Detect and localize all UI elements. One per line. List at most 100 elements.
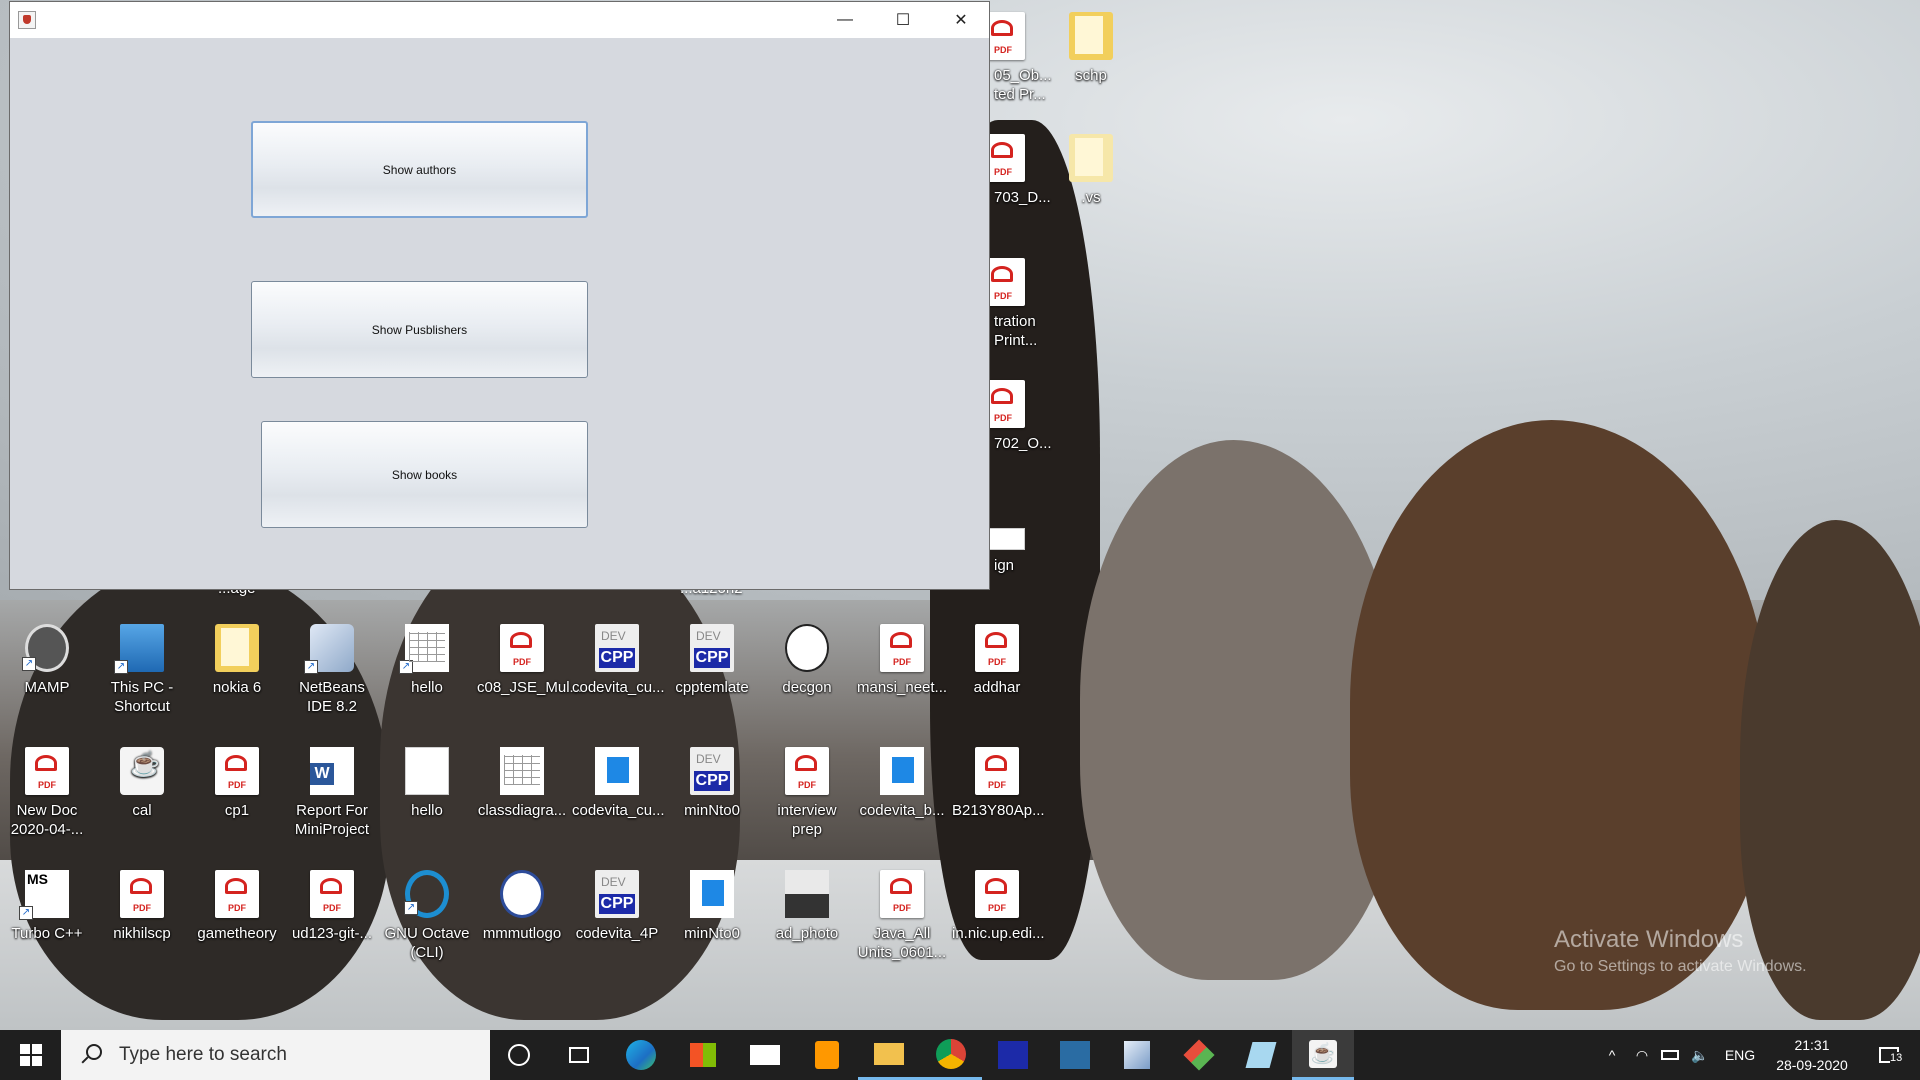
language-indicator: ENG xyxy=(1724,1047,1756,1063)
desktop-icon-ud123[interactable]: ud123-git-... xyxy=(287,870,377,943)
pdf-icon xyxy=(120,870,164,918)
desktop-icon-codevita-4p[interactable]: codevita_4P xyxy=(572,870,662,943)
desktop-icon-label: gametheory xyxy=(197,925,277,942)
desktop-icon-vs[interactable]: .vs xyxy=(1046,134,1136,207)
desktop-icon-codevita-cu-2[interactable]: codevita_cu... xyxy=(572,747,665,820)
tray-volume[interactable]: 🔈 xyxy=(1686,1030,1714,1080)
turbo-cpp-icon: ↗ xyxy=(19,870,69,920)
java-icon: ☕ xyxy=(1309,1039,1337,1068)
desktop-icon-gametheory[interactable]: gametheory xyxy=(192,870,282,943)
desktop-icon-report[interactable]: Report For MiniProject xyxy=(287,747,377,839)
minimize-button[interactable]: — xyxy=(816,2,874,38)
desktop-icon-label: decgon xyxy=(782,679,832,696)
desktop-icon-in-nic[interactable]: in.nic.up.edi... xyxy=(952,870,1045,943)
desktop-icon-mansi-neet[interactable]: mansi_neet... xyxy=(857,624,947,697)
java-app-icon[interactable] xyxy=(18,11,36,29)
taskbar-chrome[interactable] xyxy=(920,1030,982,1080)
desktop-icon-label: hello xyxy=(411,802,443,819)
desktop-icon-new-doc[interactable]: New Doc 2020-04-... xyxy=(2,747,92,839)
taskbar-mail[interactable] xyxy=(734,1030,796,1080)
tray-language[interactable]: ENG xyxy=(1718,1030,1762,1080)
devcpp-icon xyxy=(998,1041,1028,1069)
desktop-icon-minnto0-exe[interactable]: minNto0 xyxy=(667,870,757,943)
clock-date: 28-09-2020 xyxy=(1776,1057,1848,1073)
shortcut-arrow-icon: ↗ xyxy=(304,660,318,674)
sublime-icon xyxy=(815,1041,839,1069)
desktop-icon-mmmutlogo[interactable]: mmmutlogo xyxy=(477,870,567,943)
desktop-icon-cpptemlate[interactable]: cpptemlate xyxy=(667,624,757,697)
windows-logo-icon xyxy=(19,1044,42,1066)
desktop-icon-c08[interactable]: c08_JSE_Mul... xyxy=(477,624,582,697)
pdf-icon xyxy=(880,870,924,918)
desktop-icon-schp[interactable]: schp xyxy=(1046,12,1136,85)
app-window-icon: ↗ xyxy=(399,624,449,674)
desktop-icon-decgon[interactable]: decgon xyxy=(762,624,852,697)
desktop-icon-ad-photo[interactable]: ad_photo xyxy=(762,870,852,943)
notification-count-badge: 13 xyxy=(1890,1052,1903,1064)
desktop-icon-codevita-b[interactable]: codevita_b... xyxy=(857,747,947,820)
tray-wifi[interactable]: ◠ xyxy=(1628,1030,1656,1080)
window-titlebar[interactable]: — ☐ ✕ xyxy=(10,2,989,38)
desktop-icon-addhar[interactable]: addhar xyxy=(952,624,1042,697)
tray-overflow-button[interactable]: ^ xyxy=(1598,1030,1626,1080)
cpp-file-icon xyxy=(595,870,639,918)
clock-time: 21:31 xyxy=(1794,1037,1830,1053)
desktop-icon-label: NetBeans IDE 8.2 xyxy=(299,679,365,715)
cpp-file-icon xyxy=(690,747,734,795)
desktop-icon-codevita-cu-1[interactable]: codevita_cu... xyxy=(572,624,665,697)
taskbar-file-explorer[interactable] xyxy=(858,1030,920,1080)
maximize-button[interactable]: ☐ xyxy=(874,2,932,38)
desktop-icon-cp1[interactable]: cp1 xyxy=(192,747,282,820)
desktop-icon-cal[interactable]: cal xyxy=(97,747,187,820)
desktop-icon-gnu-octave[interactable]: ↗ GNU Octave (CLI) xyxy=(382,870,472,962)
desktop-icon-classdiagram[interactable]: classdiagra... xyxy=(477,747,567,820)
taskbar-store[interactable] xyxy=(672,1030,734,1080)
desktop-icon-interview-prep[interactable]: interview prep xyxy=(762,747,852,839)
folder-icon xyxy=(215,624,259,672)
taskbar-app-blue[interactable] xyxy=(1230,1030,1292,1080)
desktop-icon-b213[interactable]: B213Y80Ap... xyxy=(952,747,1045,820)
windows-taskbar: Type here to search ☕ ^ ◠ 🔈 ENG 21:31 28… xyxy=(0,1030,1920,1080)
action-center-button[interactable]: 13 xyxy=(1864,1030,1914,1080)
desktop-icon-turbo-cpp[interactable]: ↗ Turbo C++ xyxy=(2,870,92,943)
start-button[interactable] xyxy=(0,1030,61,1080)
computer-icon: ↗ xyxy=(114,624,164,674)
taskbar-sublime[interactable] xyxy=(796,1030,858,1080)
taskbar-edge[interactable] xyxy=(610,1030,672,1080)
taskbar-virtualbox[interactable] xyxy=(1106,1030,1168,1080)
image-icon xyxy=(500,747,544,795)
wifi-icon: ◠ xyxy=(1635,1046,1649,1063)
show-publishers-button[interactable]: Show Pusblishers xyxy=(251,281,588,378)
task-view-button[interactable] xyxy=(548,1030,610,1080)
taskbar-mysql-workbench[interactable] xyxy=(1044,1030,1106,1080)
taskbar-git[interactable] xyxy=(1168,1030,1230,1080)
close-button[interactable]: ✕ xyxy=(932,2,990,38)
desktop-icon-minnto0-cpp[interactable]: minNto0 xyxy=(667,747,757,820)
desktop-icon-hello-file[interactable]: hello xyxy=(382,747,472,820)
desktop-icon-label: interview prep xyxy=(777,802,837,838)
battery-icon xyxy=(1661,1050,1679,1060)
desktop-icon-label: ud123-git-... xyxy=(291,925,373,942)
tray-clock[interactable]: 21:31 28-09-2020 xyxy=(1764,1030,1860,1080)
desktop-icon-mamp[interactable]: ↗ MAMP xyxy=(2,624,92,697)
desktop-icon-hello-exe[interactable]: ↗ hello xyxy=(382,624,472,697)
desktop-icon-nokia6[interactable]: nokia 6 xyxy=(192,624,282,697)
cortana-button[interactable] xyxy=(490,1030,548,1080)
minimize-icon: — xyxy=(837,11,853,28)
desktop-icon-nikhilscp[interactable]: nikhilscp xyxy=(97,870,187,943)
tray-battery[interactable] xyxy=(1656,1030,1684,1080)
show-books-button[interactable]: Show books xyxy=(261,421,588,528)
chevron-up-icon: ^ xyxy=(1608,1047,1616,1063)
image-icon xyxy=(500,870,544,918)
edge-icon xyxy=(626,1040,656,1070)
taskbar-devcpp[interactable] xyxy=(982,1030,1044,1080)
taskbar-search-box[interactable]: Type here to search xyxy=(61,1030,490,1080)
file-icon xyxy=(405,747,449,795)
desktop-icon-java-all-units[interactable]: Java_All Units_0601... xyxy=(857,870,947,962)
taskbar-java-app[interactable]: ☕ xyxy=(1292,1030,1354,1080)
show-authors-button[interactable]: Show authors xyxy=(251,121,588,218)
shortcut-arrow-icon: ↗ xyxy=(22,657,36,671)
desktop-icon-this-pc[interactable]: ↗ This PC - Shortcut xyxy=(97,624,187,716)
mamp-icon: ↗ xyxy=(22,624,69,672)
desktop-icon-netbeans[interactable]: ↗ NetBeans IDE 8.2 xyxy=(287,624,377,716)
